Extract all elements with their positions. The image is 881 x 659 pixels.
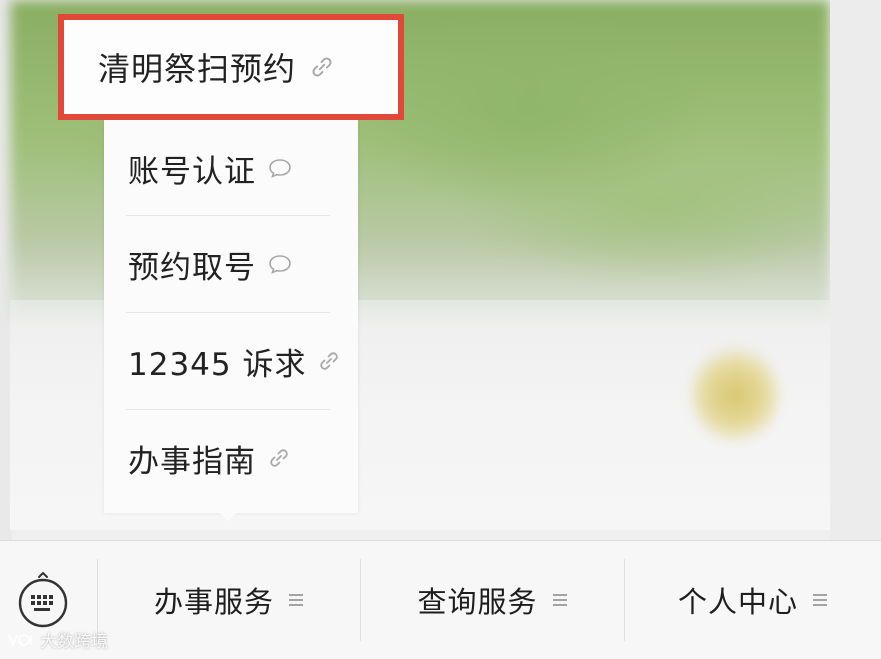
tab-label: 查询服务 (417, 585, 538, 619)
watermark: 大数跨境 (6, 627, 108, 652)
bottom-menu-bar: 办事服务 查询服务 个人中心 (0, 540, 881, 659)
menu-item-label: 账号认证 (128, 153, 256, 190)
menu-item-service-guide[interactable]: 办事指南 (104, 410, 358, 506)
menu-item-label: 清明祭扫预约 (98, 50, 297, 88)
tab-service-handling[interactable]: 办事服务 (98, 541, 360, 659)
link-icon (310, 55, 334, 79)
keyboard-toggle-button[interactable] (14, 571, 72, 629)
menu-item-appointment-number[interactable]: 预约取号 (104, 216, 358, 312)
chat-bubble-icon (268, 254, 292, 274)
keyboard-icon (18, 572, 68, 628)
link-icon (268, 447, 290, 469)
watermark-text: 大数跨境 (40, 632, 108, 652)
menu-item-label: 办事指南 (128, 443, 256, 480)
hamburger-icon (288, 592, 304, 608)
background-gold-shape (690, 345, 780, 445)
link-icon (318, 350, 340, 372)
chat-bubble-icon (268, 158, 292, 178)
tab-label: 个人中心 (677, 585, 798, 619)
tab-label: 办事服务 (153, 585, 274, 619)
menu-item-account-verification[interactable]: 账号认证 (104, 120, 358, 216)
menu-item-label: 12345 诉求 (128, 346, 307, 383)
tab-query-service[interactable]: 查询服务 (361, 541, 624, 659)
menu-item-qingming-tomb-sweeping[interactable]: 清明祭扫预约 (58, 14, 404, 120)
hamburger-icon (552, 592, 568, 608)
menu-item-12345-appeal[interactable]: 12345 诉求 (104, 313, 358, 409)
watermark-logo-icon (6, 631, 36, 649)
menu-item-label: 预约取号 (128, 249, 256, 286)
background-right-edge (830, 0, 881, 540)
hamburger-icon (812, 592, 828, 608)
tab-personal-center[interactable]: 个人中心 (625, 541, 881, 659)
submenu-pointer (218, 511, 238, 521)
submenu-popup: 账号认证 预约取号 12345 诉求 办事指南 (104, 115, 358, 513)
